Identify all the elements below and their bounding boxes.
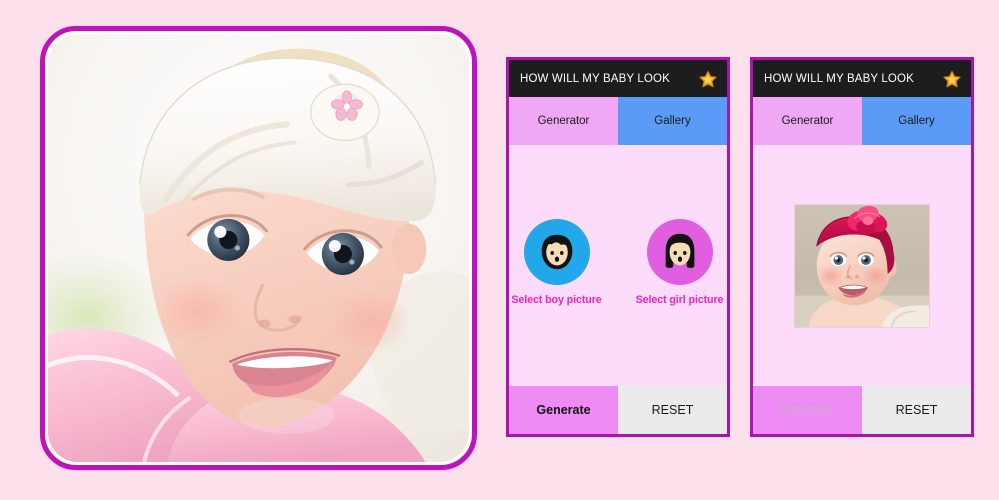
tab-generator-label: Generator	[537, 115, 590, 127]
generator-body: Select boy picture Select girl picture	[509, 145, 727, 386]
picture-picker-row: Select boy picture Select girl picture	[509, 219, 727, 306]
app-title: HOW WILL MY BABY LOOK	[764, 72, 914, 85]
app-title: HOW WILL MY BABY LOOK	[520, 72, 670, 85]
tab-bar: Generator Gallery	[509, 97, 727, 145]
boy-avatar-icon	[523, 219, 590, 285]
select-girl-picture-label: Select girl picture	[635, 294, 724, 306]
star-icon[interactable]	[942, 69, 962, 89]
generate-button-label: Generate	[536, 403, 591, 417]
select-boy-picture-button[interactable]: Select boy picture	[509, 219, 604, 306]
gallery-baby-illustration	[795, 204, 929, 327]
reset-button[interactable]: RESET	[618, 386, 727, 434]
reset-button-label: RESET	[895, 403, 938, 417]
girl-face-icon	[665, 233, 694, 268]
reset-button[interactable]: RESET	[862, 386, 971, 434]
hero-photo-frame	[40, 26, 477, 470]
phone-screenshot-gallery: HOW WILL MY BABY LOOK Generator Gallery	[750, 57, 974, 437]
select-girl-picture-button[interactable]: Select girl picture	[632, 219, 727, 306]
tab-gallery[interactable]: Gallery	[862, 97, 971, 145]
baby-hero-illustration	[48, 34, 469, 462]
promo-canvas: HOW WILL MY BABY LOOK Generator Gallery	[0, 0, 999, 500]
action-bar: Generate RESET	[509, 386, 727, 434]
select-boy-picture-label: Select boy picture	[511, 294, 602, 306]
app-bar: HOW WILL MY BABY LOOK	[753, 60, 971, 97]
tab-generator[interactable]: Generator	[509, 97, 618, 145]
tab-generator-label: Generator	[781, 115, 834, 127]
reset-button-label: RESET	[651, 403, 694, 417]
action-bar: Generate RESET	[753, 386, 971, 434]
tab-bar: Generator Gallery	[753, 97, 971, 145]
generate-button[interactable]: Generate	[509, 386, 618, 434]
tab-gallery-label: Gallery	[654, 115, 691, 127]
tab-gallery-label: Gallery	[898, 115, 935, 127]
gallery-baby-photo[interactable]	[794, 203, 930, 328]
app-bar: HOW WILL MY BABY LOOK	[509, 60, 727, 97]
boy-face-icon	[541, 234, 572, 270]
tab-gallery[interactable]: Gallery	[618, 97, 727, 145]
generate-button-label: Generate	[780, 403, 835, 417]
girl-avatar-icon	[646, 219, 713, 285]
generate-button[interactable]: Generate	[753, 386, 862, 434]
gallery-body	[753, 145, 971, 386]
star-icon[interactable]	[698, 69, 718, 89]
baby-hero-photo	[48, 34, 469, 462]
tab-generator[interactable]: Generator	[753, 97, 862, 145]
phone-screenshot-generator: HOW WILL MY BABY LOOK Generator Gallery	[506, 57, 730, 437]
